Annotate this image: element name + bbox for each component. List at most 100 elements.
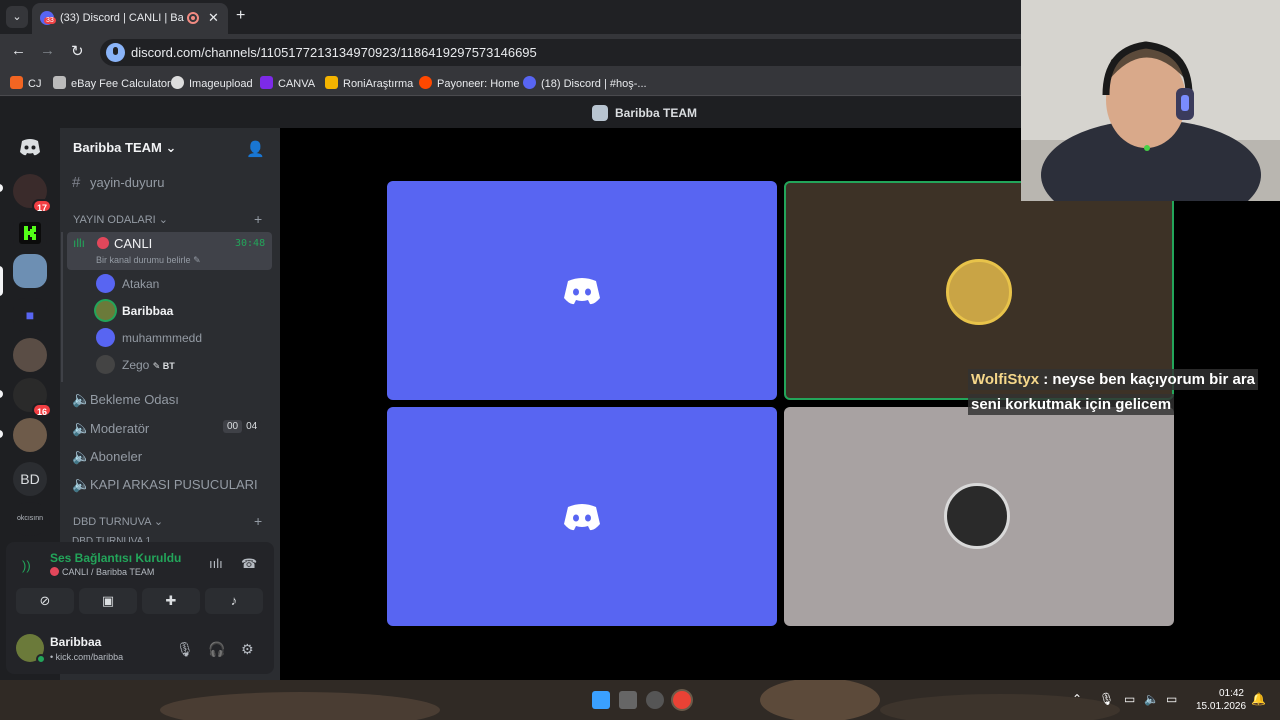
new-tab-button[interactable]: + — [236, 7, 245, 25]
channel-moderator[interactable]: 🔈Moderatör — [72, 419, 149, 443]
bookmark-discord-hos[interactable]: (18) Discord | #hoş-... — [523, 76, 647, 90]
headphones-icon[interactable]: 🎧 — [208, 641, 225, 658]
channel-aboneler[interactable]: 🔈Aboneler — [72, 447, 142, 471]
tray-microphone-icon[interactable]: 🎙 — [1099, 692, 1114, 706]
voice-member-zego[interactable]: Zego ✎ BT — [96, 355, 175, 377]
chevron-down-icon: ⌄ — [158, 214, 169, 226]
tray-chevron-icon[interactable]: ⌃ — [1072, 692, 1082, 706]
microphone-permission-icon[interactable] — [106, 43, 125, 62]
guild-5[interactable] — [13, 338, 47, 372]
tab-search-button[interactable]: ⌄ — [6, 6, 28, 28]
soundboard-button[interactable]: ♪ — [205, 588, 263, 614]
disconnect-icon[interactable]: ☎ — [241, 556, 257, 572]
channel-status-prompt[interactable]: Bir kanal durumu belirle ✎ — [96, 255, 201, 266]
kick-icon — [19, 222, 41, 244]
streamer-webcam-image — [1021, 0, 1280, 201]
stream-chat-overlay: WolfiStyx : neyse ben kaçıyorum bir ara … — [968, 367, 1280, 417]
voice-member-baribbaa[interactable]: Baribbaa — [96, 301, 173, 323]
unread-pill — [0, 184, 3, 192]
system-clock[interactable]: 01:42 15.01.2026 — [1196, 687, 1246, 713]
unread-pill — [0, 430, 3, 438]
create-channel-icon[interactable]: + — [254, 513, 262, 529]
participant-tile-3[interactable] — [387, 407, 777, 626]
roni-icon — [325, 76, 338, 89]
channel-yayin-duyuru[interactable]: # yayin-duyuru — [72, 174, 164, 198]
bookmark-ebay[interactable]: eBay Fee Calculator — [53, 76, 171, 90]
server-name-header[interactable]: Baribba TEAM ⌄ — [73, 140, 176, 156]
guild-1[interactable]: 17 — [13, 174, 52, 213]
forward-arrow-icon[interactable]: → — [40, 42, 55, 59]
category-dbd-turnuva[interactable]: DBD TURNUVA ⌄ — [73, 515, 163, 528]
wallpaper-strip — [0, 680, 1280, 720]
bookmark-imageupload[interactable]: Imageupload — [171, 76, 253, 90]
folder-icon[interactable]: ■ — [13, 298, 47, 332]
webcam-overlay — [1021, 0, 1280, 201]
guild-6[interactable]: 16 — [13, 378, 52, 417]
address-bar[interactable]: discord.com/channels/1105177213134970923… — [100, 39, 1040, 66]
voice-connected-subtitle[interactable]: CANLI / Baribba TEAM — [62, 567, 154, 577]
chevron-down-icon: ⌄ — [165, 140, 177, 155]
selected-pill — [0, 266, 3, 296]
tray-display-icon[interactable]: ▭ — [1124, 692, 1135, 706]
payoneer-icon — [419, 76, 432, 89]
voice-connected-title[interactable]: Ses Bağlantısı Kuruldu — [50, 551, 181, 565]
task-view-icon[interactable] — [619, 691, 637, 709]
bookmark-cj[interactable]: CJ — [10, 76, 41, 90]
browser-tab-discord[interactable]: 33 (33) Discord | CANLI | Ba ✕ — [32, 3, 228, 34]
connection-signal-icon[interactable]: )) — [22, 558, 31, 573]
windows-taskbar: ⌃ 🎙 ▭ 🔈 ▭ 01:42 15.01.2026 🔔 — [0, 680, 1280, 720]
screen-share-button[interactable]: ▣ — [79, 588, 137, 614]
back-arrow-icon[interactable]: ← — [11, 42, 26, 59]
gear-icon[interactable]: ⚙ — [241, 641, 254, 658]
guild-okcisinn[interactable]: okcısınn — [10, 502, 50, 536]
channel-kapi-arkasi[interactable]: 🔈KAPI ARKASI PUSUCULARI — [72, 475, 258, 499]
tray-battery-icon[interactable]: ▭ — [1166, 692, 1177, 706]
noise-suppression-icon[interactable]: ıılı — [209, 556, 223, 571]
guild-bd[interactable]: BD — [13, 462, 47, 496]
camera-off-icon: ⊘ — [39, 593, 51, 608]
bookmark-canva[interactable]: CANVA — [260, 76, 315, 90]
channel-canli-label: CANLI — [114, 236, 153, 251]
participant-tile-1[interactable] — [387, 181, 777, 400]
create-channel-icon[interactable]: + — [254, 211, 262, 227]
discord-home-button[interactable] — [13, 130, 47, 164]
notifications-icon[interactable]: 🔔 — [1251, 692, 1266, 706]
guild-baribba-team[interactable] — [13, 254, 47, 288]
tab-title: (33) Discord | CANLI | Ba — [60, 12, 184, 24]
voice-member-atakan[interactable]: Atakan — [96, 274, 159, 296]
category-yayin-odalari[interactable]: YAYIN ODALARI ⌄ — [73, 213, 168, 226]
chrome-taskbar-icon[interactable] — [673, 691, 691, 709]
microphone-icon[interactable]: 🎙 — [176, 641, 194, 658]
avatar — [96, 274, 115, 293]
speaker-icon: 🔈 — [72, 391, 91, 408]
avatar — [96, 328, 115, 347]
avatar — [96, 301, 115, 320]
camera-off-button[interactable]: ⊘ — [16, 588, 74, 614]
discord-logo-icon — [20, 139, 40, 156]
tray-volume-icon[interactable]: 🔈 — [1144, 692, 1159, 706]
reload-icon[interactable]: ↻ — [71, 42, 84, 60]
server-icon — [592, 105, 608, 121]
window-title: Baribba TEAM — [615, 106, 698, 120]
widgets-icon[interactable] — [646, 691, 664, 709]
tab-close-icon[interactable]: ✕ — [208, 10, 219, 26]
user-name[interactable]: Baribbaa — [50, 635, 101, 649]
user-custom-status: • kick.com/baribba — [50, 652, 124, 662]
participant-tile-4[interactable] — [784, 407, 1174, 626]
bookmark-roniarastirma[interactable]: RoniAraştırma — [325, 76, 413, 90]
guild-7[interactable] — [13, 418, 47, 452]
bookmark-payoneer[interactable]: Payoneer: Home — [419, 76, 520, 90]
invite-people-icon[interactable]: 👤 — [246, 140, 265, 158]
guild-kick[interactable] — [13, 216, 47, 250]
windows-start-icon[interactable] — [592, 691, 610, 709]
chat-username: WolfiStyx — [971, 371, 1040, 388]
chevron-down-icon: ⌄ — [153, 516, 164, 528]
voice-member-muhammmedd[interactable]: muhammmedd — [96, 328, 202, 350]
locked-speaker-icon: 🔈 — [72, 448, 91, 465]
channel-canli[interactable]: ıllı CANLI 30:48 Bir kanal durumu belirl… — [67, 232, 272, 270]
unread-pill — [0, 390, 3, 398]
cj-icon — [10, 76, 23, 89]
bot-tag: ✎ BT — [152, 361, 175, 371]
channel-bekleme-odasi[interactable]: 🔈Bekleme Odası — [72, 390, 179, 414]
activities-button[interactable]: ✚ — [142, 588, 200, 614]
